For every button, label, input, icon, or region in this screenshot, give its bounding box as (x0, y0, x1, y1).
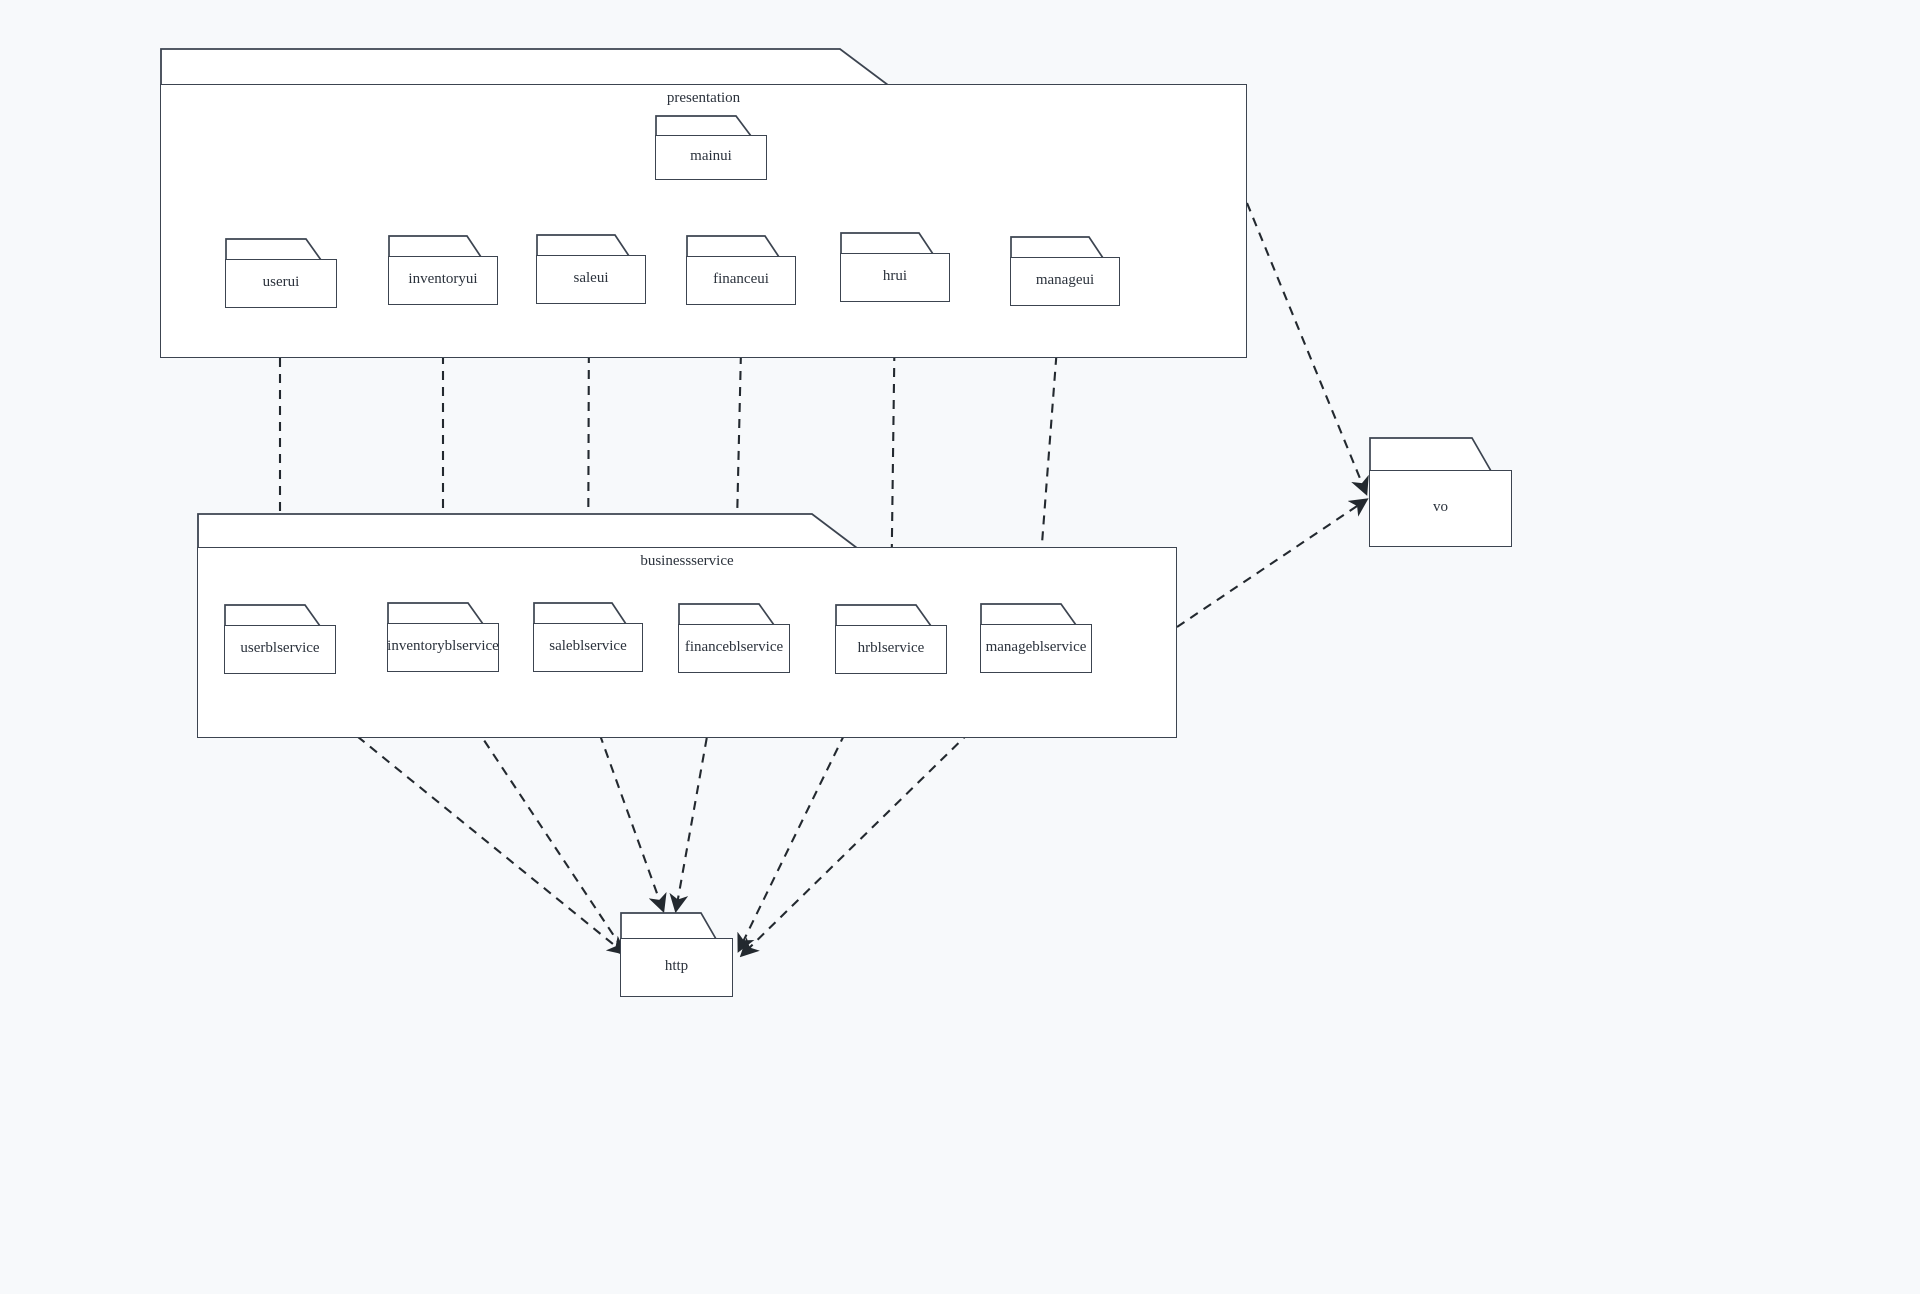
saleblservice-body (533, 623, 643, 672)
userui-body (225, 259, 337, 308)
presentation-tab-shape (160, 48, 891, 86)
presentation-label: presentation (666, 90, 741, 106)
package-hrui[interactable]: hrui (840, 232, 950, 302)
dependency-presentation-to-vo (1246, 202, 1369, 496)
uml-package-diagram: presentation businessservice mainui useru… (0, 0, 1920, 1294)
package-vo[interactable]: vo (1369, 437, 1512, 547)
businessservice-label: businessservice (640, 553, 734, 569)
manageui-body (1010, 257, 1120, 306)
package-saleui[interactable]: saleui (536, 234, 646, 304)
inventoryui-body (388, 256, 498, 305)
package-financeui[interactable]: financeui (686, 235, 796, 305)
businessservice-tab-shape (197, 513, 860, 549)
hrui-body (840, 253, 950, 302)
package-manageui[interactable]: manageui (1010, 236, 1120, 306)
package-userblservice[interactable]: userblservice (224, 604, 336, 674)
package-hrblservice[interactable]: hrblservice (835, 604, 947, 674)
http-body (620, 938, 733, 997)
mainui-body (655, 135, 767, 180)
package-presentation[interactable]: presentation (160, 48, 1247, 358)
financeui-body (686, 256, 796, 305)
package-financeblservice[interactable]: financeblservice (678, 603, 790, 673)
userblservice-body (224, 625, 336, 674)
vo-tab-shape (1369, 437, 1493, 472)
package-inventoryblservice[interactable]: inventoryblservice (387, 602, 499, 672)
package-manageblservice[interactable]: manageblservice (980, 603, 1092, 673)
manageblservice-body (980, 624, 1092, 673)
hrblservice-body (835, 625, 947, 674)
package-inventoryui[interactable]: inventoryui (388, 235, 498, 305)
package-saleblservice[interactable]: saleblservice (533, 602, 643, 672)
vo-body (1369, 470, 1512, 547)
package-userui[interactable]: userui (225, 238, 337, 308)
package-mainui[interactable]: mainui (655, 115, 767, 180)
package-http[interactable]: http (620, 912, 733, 997)
dependency-businessservice-to-vo (1176, 498, 1369, 628)
inventoryblservice-body (387, 623, 499, 672)
saleui-body (536, 255, 646, 304)
financeblservice-body (678, 624, 790, 673)
